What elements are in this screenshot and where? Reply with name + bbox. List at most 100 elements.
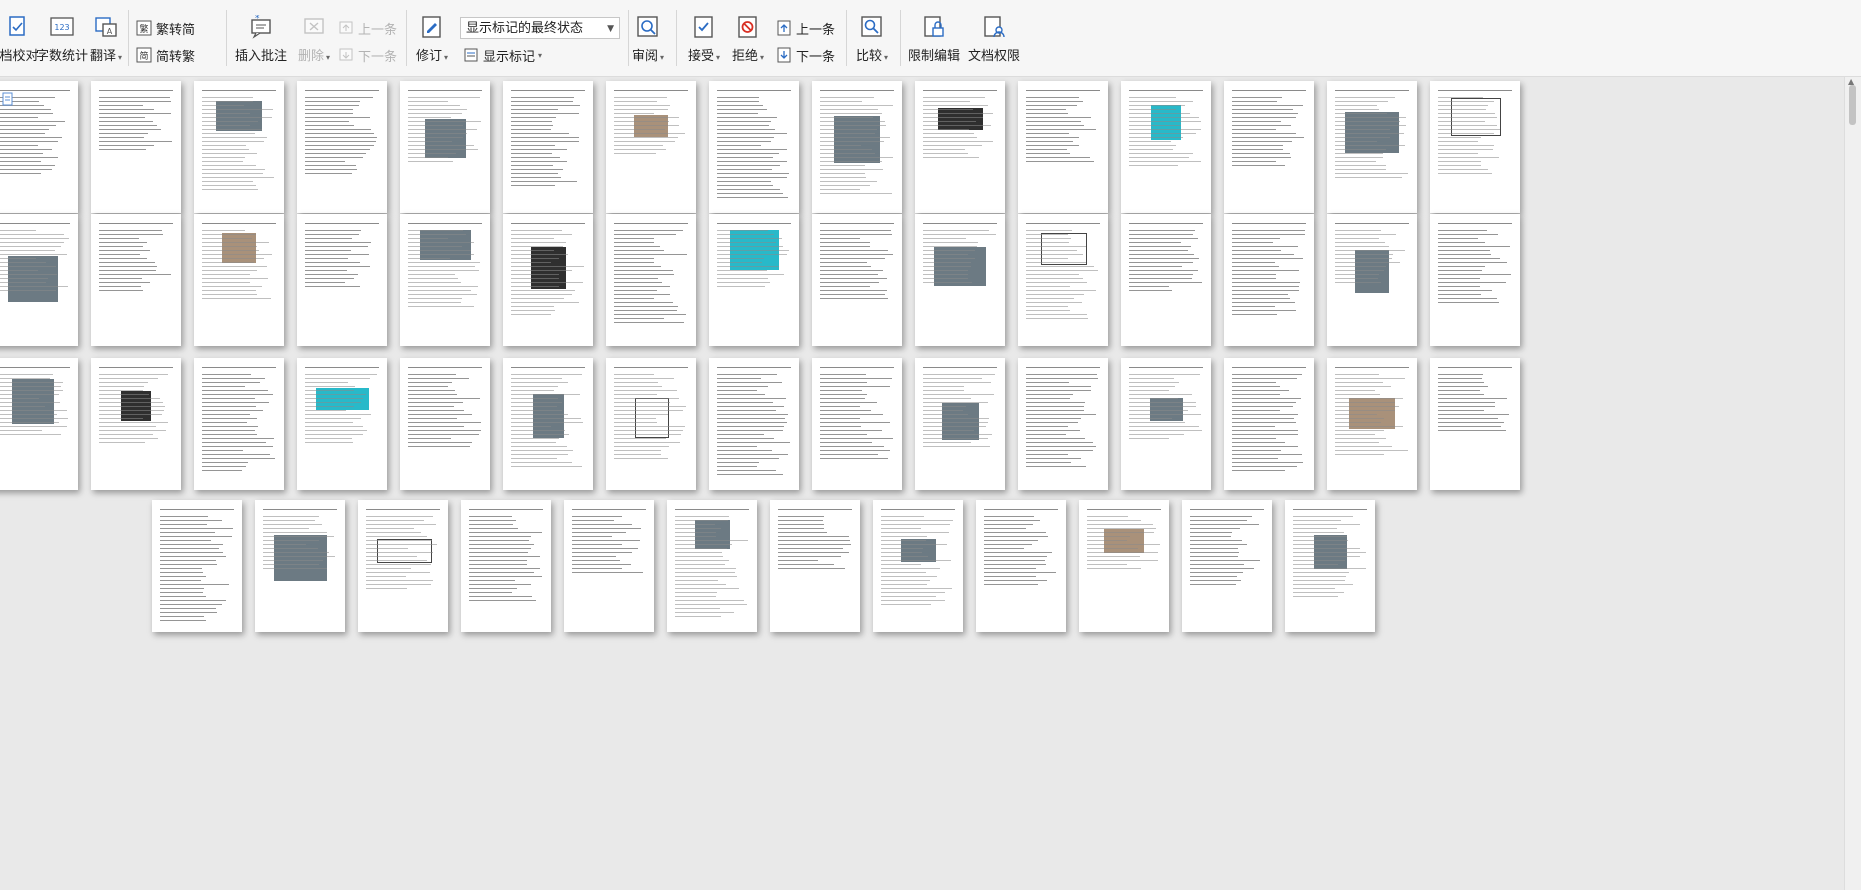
page-text-line — [1438, 161, 1481, 162]
page-thumbnail[interactable] — [91, 81, 181, 213]
page-thumbnail[interactable] — [1430, 214, 1520, 346]
page-header-rule — [202, 367, 276, 368]
page-thumbnail[interactable] — [709, 358, 799, 490]
delete-comment-button[interactable]: 删除 ▾ — [294, 0, 334, 74]
prev-comment-button[interactable]: 上一条 — [338, 18, 397, 38]
page-thumbnail[interactable] — [915, 214, 1005, 346]
page-text-line — [408, 242, 474, 243]
page-thumbnail[interactable] — [297, 214, 387, 346]
page-text-line — [1026, 105, 1077, 106]
page-thumbnail[interactable] — [1182, 500, 1272, 632]
page-text-line — [202, 161, 243, 162]
page-thumbnail[interactable] — [1121, 214, 1211, 346]
page-text-line — [1232, 418, 1294, 419]
scrollbar-thumb[interactable] — [1849, 85, 1856, 125]
page-thumbnail[interactable] — [606, 214, 696, 346]
page-thumbnail[interactable] — [770, 500, 860, 632]
compare-button[interactable]: 比较 ▾ — [852, 0, 892, 74]
restrict-edit-button[interactable]: 限制编辑 — [906, 0, 962, 74]
trad-to-simp-button[interactable]: 繁 繁转简 — [136, 18, 195, 38]
page-thumbnail[interactable] — [194, 358, 284, 490]
page-text-line — [202, 254, 272, 255]
page-thumbnail[interactable] — [152, 500, 242, 632]
insert-comment-button[interactable]: * 插入批注 — [234, 0, 288, 74]
proofread-button[interactable]: 档校对 — [0, 0, 39, 74]
page-thumbnail[interactable] — [1327, 358, 1417, 490]
page-thumbnail[interactable] — [1224, 214, 1314, 346]
page-thumbnail[interactable] — [915, 81, 1005, 213]
page-thumbnail[interactable] — [606, 358, 696, 490]
next-comment-button[interactable]: 下一条 — [338, 45, 397, 65]
prev-change-button[interactable]: 上一条 — [776, 18, 835, 38]
document-multipage-view[interactable] — [0, 77, 1845, 890]
track-changes-button[interactable]: 修订 ▾ — [412, 0, 452, 74]
page-thumbnail[interactable] — [812, 81, 902, 213]
page-thumbnail[interactable] — [358, 500, 448, 632]
markup-state-select[interactable]: 显示标记的最终状态 ▼ — [460, 17, 620, 39]
accept-button[interactable]: 接受 ▾ — [684, 0, 724, 74]
page-text-line — [1232, 234, 1305, 235]
page-thumbnail[interactable] — [400, 214, 490, 346]
page-text-line — [923, 113, 993, 114]
page-thumbnail[interactable] — [503, 358, 593, 490]
page-thumbnail[interactable] — [194, 214, 284, 346]
page-thumbnail[interactable] — [1018, 214, 1108, 346]
page-thumbnail[interactable] — [1079, 500, 1169, 632]
page-thumbnail[interactable] — [1018, 358, 1108, 490]
page-thumbnail[interactable] — [709, 214, 799, 346]
page-thumbnail[interactable] — [1121, 81, 1211, 213]
page-thumbnail[interactable] — [194, 81, 284, 213]
page-thumbnail[interactable] — [709, 81, 799, 213]
page-thumbnail[interactable] — [91, 214, 181, 346]
page-thumbnail[interactable] — [1224, 81, 1314, 213]
page-text-line — [717, 238, 782, 239]
page-thumbnail[interactable] — [255, 500, 345, 632]
trad-to-simp-icon: 繁 — [136, 20, 152, 36]
simp-to-trad-button[interactable]: 简 简转繁 — [136, 45, 195, 65]
page-thumbnail[interactable] — [564, 500, 654, 632]
page-thumbnail[interactable] — [297, 81, 387, 213]
page-thumbnail[interactable] — [915, 358, 1005, 490]
page-thumbnail[interactable] — [1121, 358, 1211, 490]
page-thumbnail[interactable] — [400, 358, 490, 490]
page-thumbnail[interactable] — [667, 500, 757, 632]
reject-button[interactable]: 拒绝 ▾ — [728, 0, 768, 74]
page-thumbnail[interactable] — [91, 358, 181, 490]
page-text-line — [1293, 568, 1366, 569]
page-text-line — [1335, 177, 1402, 178]
page-text-line — [202, 466, 246, 467]
review-pane-button[interactable]: 审阅 ▾ — [630, 0, 666, 74]
show-markup-button[interactable]: 显示标记 ▾ — [463, 45, 542, 65]
page-text-line — [1335, 274, 1379, 275]
page-thumbnail[interactable] — [812, 214, 902, 346]
document-nav-icon[interactable] — [2, 92, 14, 106]
page-text-line — [1232, 149, 1283, 150]
page-thumbnail[interactable] — [976, 500, 1066, 632]
page-thumbnail[interactable] — [606, 81, 696, 213]
page-thumbnail[interactable] — [400, 81, 490, 213]
translate-button[interactable]: A 翻译 ▾ — [88, 0, 124, 74]
page-thumbnail[interactable] — [503, 214, 593, 346]
page-text-line — [1026, 149, 1067, 150]
page-text-line — [263, 564, 319, 565]
page-thumbnail[interactable] — [812, 358, 902, 490]
page-text-line — [614, 230, 683, 231]
page-thumbnail[interactable] — [297, 358, 387, 490]
page-thumbnail[interactable] — [0, 358, 78, 490]
page-thumbnail[interactable] — [1327, 214, 1417, 346]
page-thumbnail[interactable] — [1018, 81, 1108, 213]
page-text-line — [1129, 129, 1201, 130]
vertical-scrollbar[interactable]: ▲ — [1844, 77, 1861, 890]
page-thumbnail[interactable] — [503, 81, 593, 213]
page-thumbnail[interactable] — [1285, 500, 1375, 632]
page-thumbnail[interactable] — [873, 500, 963, 632]
page-thumbnail[interactable] — [1224, 358, 1314, 490]
next-change-button[interactable]: 下一条 — [776, 45, 835, 65]
page-thumbnail[interactable] — [1327, 81, 1417, 213]
word-count-button[interactable]: 123 字数统计 — [36, 0, 88, 74]
page-thumbnail[interactable] — [0, 214, 78, 346]
doc-permission-button[interactable]: 文档权限 — [966, 0, 1022, 74]
page-thumbnail[interactable] — [461, 500, 551, 632]
page-thumbnail[interactable] — [1430, 358, 1520, 490]
page-thumbnail[interactable] — [1430, 81, 1520, 213]
